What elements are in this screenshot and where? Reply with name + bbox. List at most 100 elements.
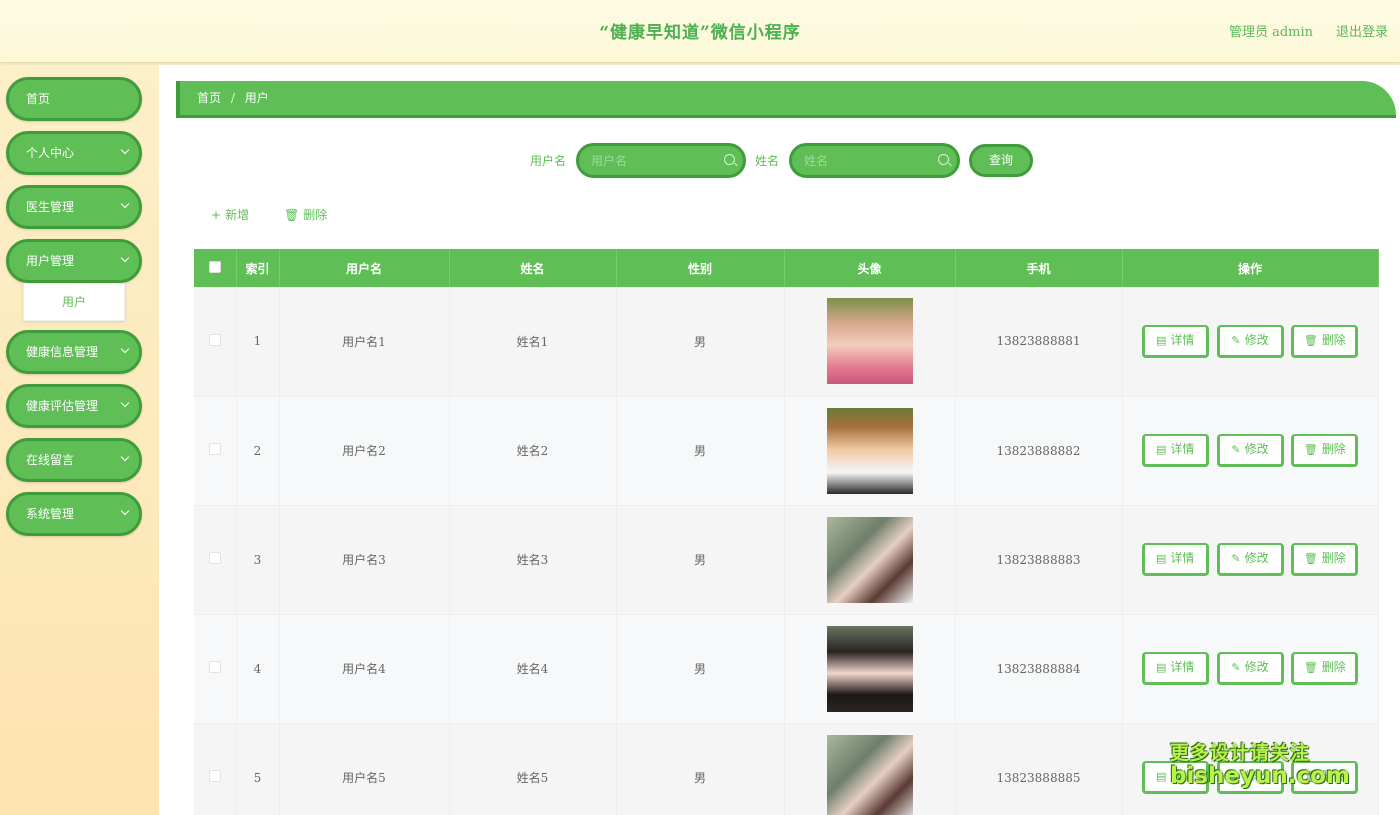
sidebar-item-home[interactable]: 首页 <box>6 77 142 121</box>
document-icon: ▤ <box>1155 661 1167 674</box>
delete-button[interactable]: 🗑 删除 <box>1291 434 1359 467</box>
select-all-checkbox[interactable] <box>208 260 221 273</box>
row-select-cell <box>194 505 237 615</box>
logout-link[interactable]: 退出登录 <box>1336 21 1388 40</box>
row-checkbox[interactable] <box>208 443 221 455</box>
trash-icon: 🗑 <box>1303 552 1318 565</box>
column-header-actions: 操作 <box>1122 249 1379 287</box>
delete-button[interactable]: 🗑 删除 <box>1291 652 1359 685</box>
cell-index: 3 <box>236 505 280 615</box>
trash-icon: 🗑 <box>284 208 300 222</box>
watermark-line-1: 更多设计请关注 <box>1170 742 1311 764</box>
cell-phone: 13823888883 <box>955 505 1123 615</box>
delete-button[interactable]: 🗑 删除 <box>1291 324 1359 358</box>
cell-avatar <box>784 396 956 506</box>
cell-gender: 男 <box>616 723 785 815</box>
row-select-cell <box>194 723 237 815</box>
chevron-down-icon <box>120 199 130 209</box>
sidebar-item-label: 首页 <box>26 92 51 106</box>
delete-button[interactable]: 🗑 删除 <box>1291 543 1359 576</box>
cell-avatar <box>784 614 956 724</box>
pencil-icon: ✎ <box>1231 661 1241 674</box>
add-button[interactable]: + 新增 <box>211 206 249 223</box>
sidebar-item-health-assessment-management[interactable]: 健康评估管理 <box>6 384 142 428</box>
sidebar-item-label: 个人中心 <box>26 146 75 160</box>
username-search-input[interactable] <box>591 152 719 170</box>
detail-button[interactable]: ▤ 详情 <box>1141 324 1209 358</box>
app-title: “健康早知道”微信小程序 <box>599 23 801 43</box>
pencil-icon: ✎ <box>1231 443 1241 456</box>
edit-button[interactable]: ✎ 修改 <box>1216 324 1284 358</box>
select-all-cell <box>194 249 237 287</box>
avatar <box>826 625 913 712</box>
detail-button-label: 详情 <box>1170 551 1195 565</box>
query-button[interactable]: 查询 <box>969 144 1033 177</box>
cell-avatar <box>784 505 956 615</box>
cell-gender: 男 <box>616 505 785 615</box>
column-header-phone: 手机 <box>955 249 1123 287</box>
cell-avatar <box>784 723 956 815</box>
username-search-label: 用户名 <box>530 154 567 168</box>
delete-button-label: 删除 <box>1321 660 1346 674</box>
main-content: 首页 / 用户 用户名 姓名 查询 +新增 🗑删除 索引 用户名 姓名 性别 <box>159 65 1400 815</box>
sidebar-item-personal-center[interactable]: 个人中心 <box>6 131 142 175</box>
cell-gender: 男 <box>616 287 785 397</box>
cell-name: 姓名3 <box>449 505 617 615</box>
table-header-row: 索引 用户名 姓名 性别 头像 手机 操作 <box>194 249 1379 287</box>
add-button-label: 新增 <box>225 208 250 222</box>
edit-button-label: 修改 <box>1244 660 1269 674</box>
row-checkbox[interactable] <box>208 333 221 346</box>
cell-avatar <box>784 287 956 397</box>
edit-button[interactable]: ✎ 修改 <box>1216 543 1284 576</box>
cell-index: 4 <box>236 614 280 724</box>
sidebar-item-label: 系统管理 <box>26 507 75 521</box>
sidebar-item-system-management[interactable]: 系统管理 <box>6 492 142 536</box>
cell-actions: ▤ 详情 ✎ 修改 🗑 删除 <box>1122 287 1379 397</box>
sidebar-item-label: 用户管理 <box>26 254 75 268</box>
edit-button-label: 修改 <box>1244 332 1269 347</box>
table-row: 1 用户名1 姓名1 男 13823888881 ▤ 详情 ✎ 修改 🗑 删除 <box>194 287 1379 397</box>
column-header-index: 索引 <box>236 249 280 287</box>
row-select-cell <box>194 396 237 506</box>
cell-username: 用户名1 <box>279 287 450 397</box>
pencil-icon: ✎ <box>1231 333 1241 347</box>
document-icon: ▤ <box>1155 443 1167 456</box>
chevron-down-icon <box>120 145 130 155</box>
delete-button-label: 删除 <box>1321 332 1346 347</box>
breadcrumb-home[interactable]: 首页 <box>197 91 221 105</box>
row-checkbox[interactable] <box>208 661 221 673</box>
sidebar-item-label: 健康信息管理 <box>26 345 99 359</box>
cell-name: 姓名1 <box>449 287 617 397</box>
cell-gender: 男 <box>616 396 785 506</box>
document-icon: ▤ <box>1155 552 1167 565</box>
detail-button[interactable]: ▤ 详情 <box>1141 543 1209 576</box>
edit-button[interactable]: ✎ 修改 <box>1216 652 1284 685</box>
name-search-input[interactable] <box>804 152 932 170</box>
cell-phone: 13823888884 <box>955 614 1123 724</box>
name-search-box <box>789 143 960 178</box>
sidebar-item-user-management[interactable]: 用户管理 <box>6 239 142 283</box>
cell-actions: ▤ 详情 ✎ 修改 🗑 删除 <box>1122 396 1379 506</box>
sidebar-item-online-message[interactable]: 在线留言 <box>6 438 142 482</box>
cell-gender: 男 <box>616 614 785 724</box>
submenu-item-user[interactable]: 用户 <box>23 283 125 321</box>
top-header: “健康早知道”微信小程序 管理员 admin 退出登录 <box>0 0 1400 63</box>
name-search-label: 姓名 <box>755 154 780 168</box>
sidebar-item-health-info-management[interactable]: 健康信息管理 <box>6 330 142 374</box>
cell-actions: ▤ 详情 ✎ 修改 🗑 删除 <box>1122 505 1379 615</box>
avatar <box>826 298 913 385</box>
cell-actions: ▤ 详情 ✎ 修改 🗑 删除 <box>1122 614 1379 724</box>
detail-button[interactable]: ▤ 详情 <box>1141 652 1209 685</box>
column-header-gender: 性别 <box>616 249 785 287</box>
batch-delete-button[interactable]: 🗑 删除 <box>284 206 327 223</box>
edit-button[interactable]: ✎ 修改 <box>1216 434 1284 467</box>
search-icon <box>724 154 735 165</box>
row-checkbox[interactable] <box>208 552 221 564</box>
row-checkbox[interactable] <box>208 770 221 782</box>
detail-button[interactable]: ▤ 详情 <box>1141 434 1209 467</box>
cell-index: 1 <box>236 287 280 397</box>
sidebar-item-label: 健康评估管理 <box>26 399 99 413</box>
sidebar-item-doctor-management[interactable]: 医生管理 <box>6 185 142 229</box>
breadcrumb-separator: / <box>230 91 235 105</box>
cell-username: 用户名5 <box>279 723 450 815</box>
